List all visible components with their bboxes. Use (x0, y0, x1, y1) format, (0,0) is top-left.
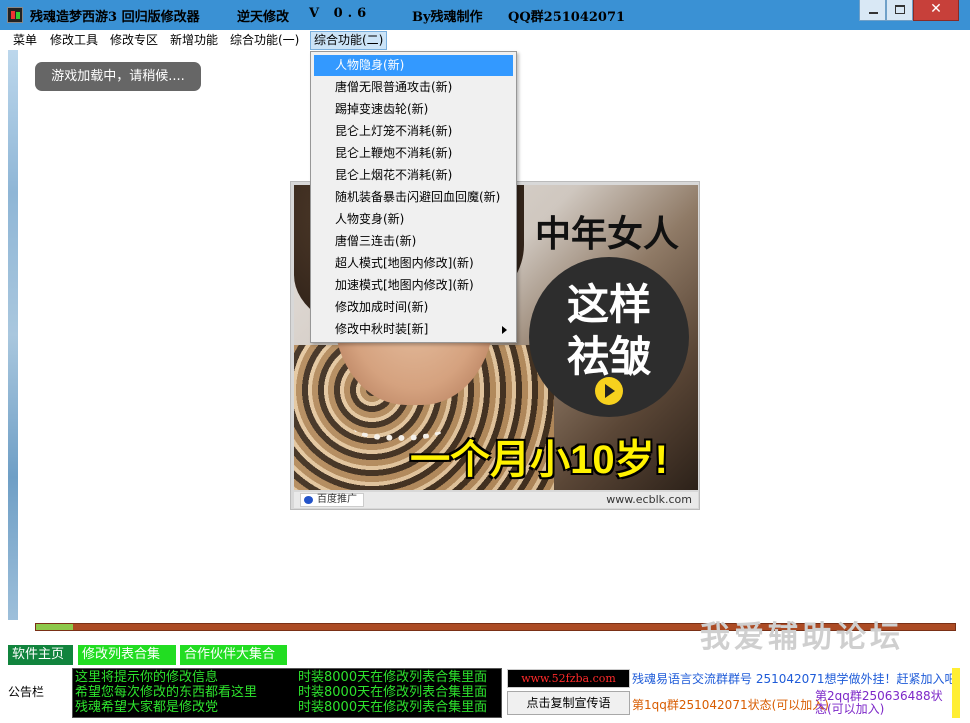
menu-item-tools[interactable]: 修改工具 (50, 32, 98, 50)
ad-footer: 百度推广 www.ecblk.com (294, 492, 698, 508)
bottom-panel: 公告栏 这里将提示你的修改信息 希望您每次修改的东西都看这里 残魂希望大家都是修… (0, 665, 970, 723)
marquee-line: 残魂希望大家都是修改党 (75, 700, 219, 715)
minimize-icon (869, 12, 878, 14)
dropdown-item[interactable]: 昆仑上烟花不消耗(新) (314, 165, 513, 186)
main-window: 残魂造梦西游3 回归版修改器 逆天修改 V 0.6 By残魂制作 QQ群2510… (0, 0, 970, 723)
dropdown-item-label: 超人模式[地图内修改](新) (335, 256, 474, 270)
title-mode: 逆天修改 (237, 10, 290, 25)
dropdown-item[interactable]: 昆仑上鞭炮不消耗(新) (314, 143, 513, 164)
close-button[interactable]: ✕ (913, 0, 959, 21)
dropdown-item-label: 随机装备暴击闪避回血回魔(新) (335, 190, 501, 204)
dropdown-item[interactable]: 昆仑上灯笼不消耗(新) (314, 121, 513, 142)
marquee-line: 这里将提示你的修改信息 (75, 670, 219, 685)
title-version: V 0.6 (309, 6, 372, 21)
dropdown-item[interactable]: 人物隐身(新) (314, 55, 513, 76)
combined-2-dropdown-menu: 人物隐身(新) 唐僧无限普通攻击(新) 踢掉变速齿轮(新) 昆仑上灯笼不消耗(新) 昆仑… (310, 51, 517, 343)
dropdown-item-label: 昆仑上鞭炮不消耗(新) (335, 146, 453, 160)
close-icon: ✕ (930, 1, 942, 17)
dropdown-item[interactable]: 加速模式[地图内修改](新) (314, 275, 513, 296)
play-icon[interactable] (595, 377, 623, 405)
menu-item-zone[interactable]: 修改专区 (110, 32, 158, 50)
side-accent-bar (952, 668, 960, 718)
notice-label: 公告栏 (8, 685, 45, 699)
dropdown-item[interactable]: 唐僧无限普通攻击(新) (314, 77, 513, 98)
qq-group-1-status[interactable]: 第1qq群251042071状态(可以加入) (632, 696, 829, 713)
dropdown-item-label: 唐僧三连击(新) (335, 234, 417, 248)
notice-marquee: 这里将提示你的修改信息 希望您每次修改的东西都看这里 残魂希望大家都是修改党 时… (72, 668, 502, 718)
submenu-arrow-icon (502, 326, 507, 334)
maximize-icon (895, 5, 905, 14)
group-info-link[interactable]: 残魂易语言交流群群号 251042071想学做外挂！赶紧加入吧 (632, 670, 957, 687)
ad-circle-line-2: 祛皱 (566, 333, 651, 380)
ad-circle-line-1: 这样 (566, 281, 651, 328)
title-bar[interactable]: 残魂造梦西游3 回归版修改器 逆天修改 V 0.6 By残魂制作 QQ群2510… (0, 0, 970, 30)
forum-watermark: 我爱辅助论坛 (700, 620, 904, 655)
dropdown-item[interactable]: 唐僧三连击(新) (314, 231, 513, 252)
ad-headline: 中年女人 (534, 213, 679, 254)
tab-software-home[interactable]: 软件主页 (8, 645, 73, 665)
tab-partners[interactable]: 合作伙伴大集合 (180, 645, 287, 665)
title-app-name: 残魂造梦西游3 回归版修改器 (30, 10, 200, 25)
dropdown-item[interactable]: 人物变身(新) (314, 209, 513, 230)
tab-mod-list[interactable]: 修改列表合集 (78, 645, 176, 665)
maximize-button[interactable] (886, 0, 913, 21)
title-qq: QQ群251042071 (508, 10, 626, 25)
menu-bar: 菜单 修改工具 修改专区 新增功能 综合功能(一) 综合功能(二) (0, 30, 970, 50)
dropdown-item[interactable]: 超人模式[地图内修改](新) (314, 253, 513, 274)
dropdown-item-label: 人物隐身(新) (335, 58, 405, 72)
dropdown-item-label: 昆仑上烟花不消耗(新) (335, 168, 453, 182)
ad-slogan: 一个月小10岁! (410, 438, 668, 482)
menu-item-combined-2[interactable]: 综合功能(二) (310, 31, 388, 50)
copy-slogan-button[interactable]: 点击复制宣传语 (507, 691, 630, 715)
menu-item-menu[interactable]: 菜单 (13, 32, 37, 50)
menu-item-combined-1[interactable]: 综合功能(一) (230, 32, 299, 50)
menu-item-new-features[interactable]: 新增功能 (170, 32, 218, 50)
loading-progress-fill (36, 624, 73, 630)
loading-message: 游戏加载中，请稍候.... (35, 62, 201, 91)
dropdown-item-label: 踢掉变速齿轮(新) (335, 102, 429, 116)
site-link[interactable]: www.52fzba.com (507, 669, 630, 688)
dropdown-item-label: 唐僧无限普通攻击(新) (335, 80, 453, 94)
dropdown-item[interactable]: 踢掉变速齿轮(新) (314, 99, 513, 120)
dropdown-item-label: 人物变身(新) (335, 212, 405, 226)
dropdown-item-label: 修改加成时间(新) (335, 300, 429, 314)
marquee-line: 时装8000天在修改列表合集里面 (298, 685, 488, 700)
dropdown-item-label: 昆仑上灯笼不消耗(新) (335, 124, 453, 138)
minimize-button[interactable] (859, 0, 886, 21)
ad-url[interactable]: www.ecblk.com (606, 493, 692, 506)
dropdown-item[interactable]: 修改加成时间(新) (314, 297, 513, 318)
dropdown-item-label: 修改中秋时装[新] (335, 322, 429, 336)
dropdown-item[interactable]: 修改中秋时装[新] (314, 319, 513, 340)
qq-group-2-status[interactable]: 第2qq群250636488状态(可以加入) (815, 690, 950, 716)
ad-circle-text: 这样 祛皱 (529, 279, 689, 383)
title-author: By残魂制作 (412, 10, 483, 25)
ad-circle: 这样 祛皱 (529, 257, 689, 417)
marquee-line: 希望您每次修改的东西都看这里 (75, 685, 258, 700)
marquee-line: 时装8000天在修改列表合集里面 (298, 670, 488, 685)
dropdown-item[interactable]: 随机装备暴击闪避回血回魔(新) (314, 187, 513, 208)
marquee-line: 时装8000天在修改列表合集里面 (298, 700, 488, 715)
app-icon (7, 7, 23, 23)
dropdown-item-label: 加速模式[地图内修改](新) (335, 278, 474, 292)
game-edge-strip (8, 50, 18, 620)
ad-brand-label[interactable]: 百度推广 (300, 493, 364, 507)
